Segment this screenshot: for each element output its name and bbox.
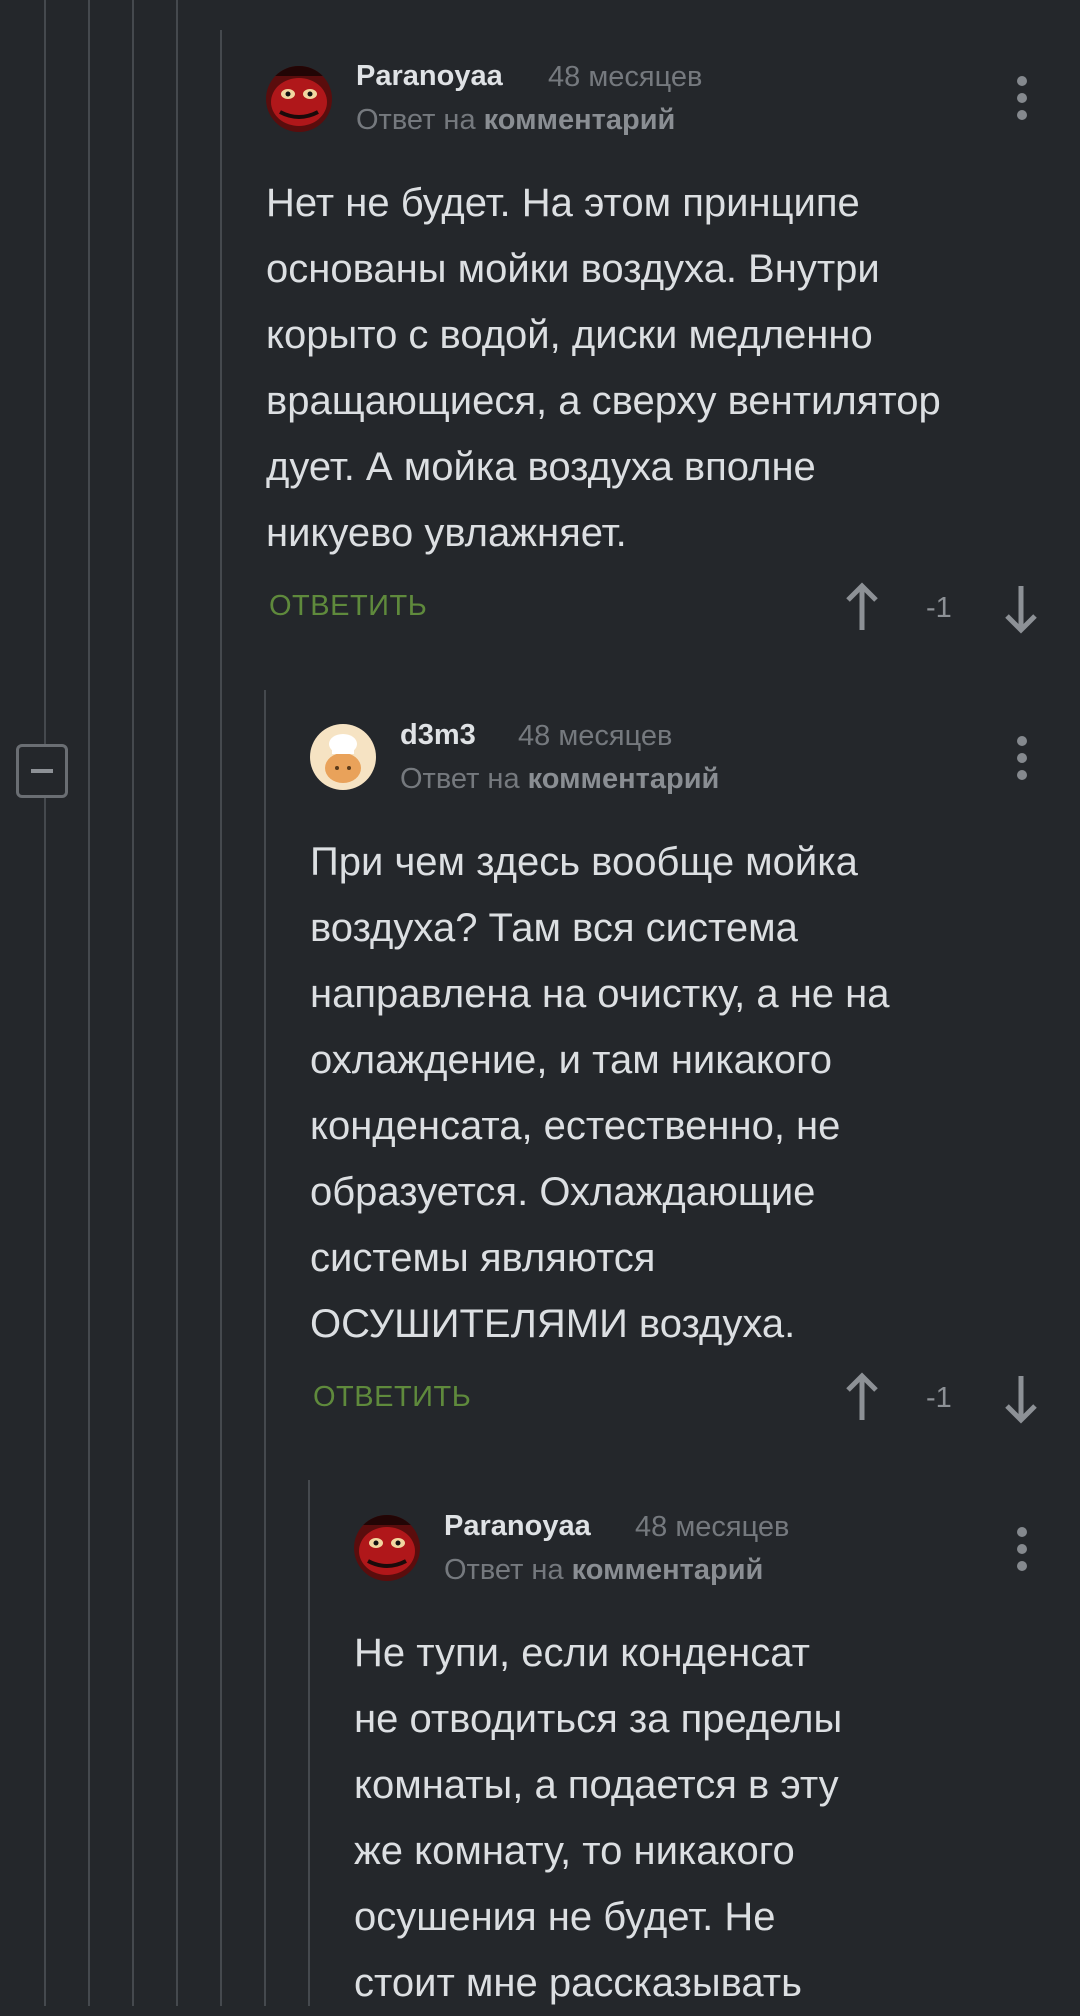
reply-to-prefix: Ответ на (444, 1554, 564, 1586)
more-vert-icon[interactable] (1012, 1527, 1032, 1571)
comment-body: Не тупи, если конденсат не отводиться за… (354, 1620, 842, 2016)
red-mask-avatar-icon (354, 1515, 420, 1581)
comment: Paranoyaa 48 месяцев Ответ на комментари… (0, 0, 1080, 2006)
avatar[interactable] (354, 1515, 420, 1581)
body-line: комнаты, а подается в эту (354, 1763, 839, 1807)
body-line: же комнату, то никакого (354, 1829, 795, 1873)
body-line: стоит мне рассказывать (354, 1961, 802, 2005)
body-line: осушения не будет. Не (354, 1895, 776, 1939)
reply-to-link[interactable]: комментарий (572, 1554, 764, 1586)
comment-time: 48 месяцев (635, 1511, 790, 1543)
body-line: Не тупи, если конденсат (354, 1631, 810, 1675)
reply-to: Ответ на комментарий (444, 1554, 763, 1587)
author-name[interactable]: Paranoyaa (444, 1510, 591, 1543)
body-line: не отводиться за пределы (354, 1697, 843, 1741)
